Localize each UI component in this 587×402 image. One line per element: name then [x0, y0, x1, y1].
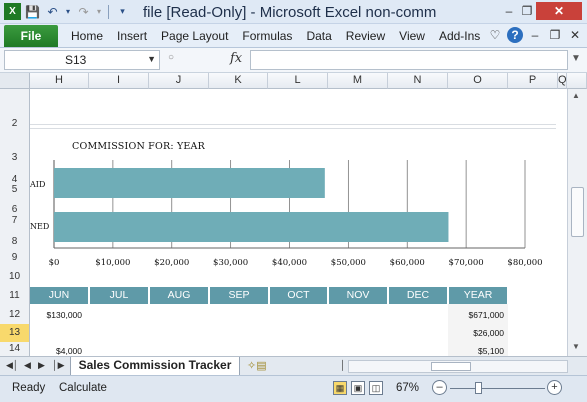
- vertical-scrollbar[interactable]: ▲ ▼: [567, 89, 587, 356]
- chart-x-tick-label: $50,000: [330, 258, 366, 268]
- tab-split-handle-icon[interactable]: │: [340, 360, 346, 370]
- prev-sheet-icon[interactable]: ◀: [24, 360, 31, 371]
- chart-x-tick-label: $70,000: [448, 258, 484, 268]
- chart-x-tick-label: $30,000: [213, 258, 249, 268]
- page-break-view-icon[interactable]: ◫: [369, 381, 383, 395]
- sheet-tab-sales-commission-tracker[interactable]: Sales Commission Tracker: [70, 357, 240, 376]
- chart-x-tick-label: $80,000: [507, 258, 543, 268]
- sheet-tab-bar: ◀│ ◀ ▶ │▶ Sales Commission Tracker ✧▤ │: [0, 356, 587, 376]
- scroll-up-icon[interactable]: ▲: [572, 91, 580, 100]
- status-bar: Ready Calculate ▦ ▣ ◫ 67% – +: [0, 375, 587, 402]
- chart-x-tick-label: $40,000: [271, 258, 308, 268]
- zoom-out-icon[interactable]: –: [432, 380, 447, 395]
- chart-bar-1: [54, 168, 325, 198]
- scroll-down-icon[interactable]: ▼: [572, 342, 580, 351]
- chart-x-tick-label: $0: [48, 258, 60, 268]
- chart-x-tick-label: $10,000: [95, 258, 131, 268]
- cell-year-row12[interactable]: $671,000: [448, 310, 504, 320]
- cell-jun-row14[interactable]: $4,000: [30, 346, 82, 356]
- chart-bar-2: [54, 212, 449, 242]
- cell-year-row13[interactable]: $26,000: [448, 328, 504, 338]
- next-sheet-icon[interactable]: ▶: [38, 360, 45, 371]
- insert-worksheet-icon[interactable]: ✧▤: [247, 359, 267, 372]
- cell-jun-row12[interactable]: $130,000: [30, 310, 82, 320]
- month-header-nov: NOV: [329, 287, 387, 304]
- zoom-level[interactable]: 67%: [396, 382, 419, 394]
- view-switcher: ▦ ▣ ◫: [333, 381, 383, 395]
- normal-view-icon[interactable]: ▦: [333, 381, 347, 395]
- month-header-sep: SEP: [210, 287, 268, 304]
- month-header-jun: JUN: [30, 287, 88, 304]
- cell-year-row14[interactable]: $5,100: [448, 346, 504, 356]
- month-header-jul: JUL: [90, 287, 148, 304]
- vertical-scroll-thumb[interactable]: [571, 187, 584, 237]
- status-ready: Ready: [12, 382, 46, 394]
- zoom-in-icon[interactable]: +: [547, 380, 562, 395]
- month-header-dec: DEC: [389, 287, 447, 304]
- chart-x-tick-label: $60,000: [389, 258, 425, 268]
- zoom-slider-track[interactable]: [450, 388, 545, 389]
- zoom-slider-knob[interactable]: [474, 382, 482, 394]
- horizontal-scroll-thumb[interactable]: [431, 362, 471, 371]
- horizontal-scrollbar[interactable]: [348, 360, 568, 373]
- chart-x-tick-label: $20,000: [154, 258, 190, 268]
- first-sheet-icon[interactable]: ◀│: [6, 360, 19, 371]
- month-header-oct: OCT: [270, 287, 327, 304]
- last-sheet-icon[interactable]: │▶: [52, 360, 65, 371]
- page-layout-view-icon[interactable]: ▣: [351, 381, 365, 395]
- status-calculate: Calculate: [59, 382, 107, 394]
- month-header-aug: AUG: [150, 287, 208, 304]
- month-header-year: YEAR: [449, 287, 507, 304]
